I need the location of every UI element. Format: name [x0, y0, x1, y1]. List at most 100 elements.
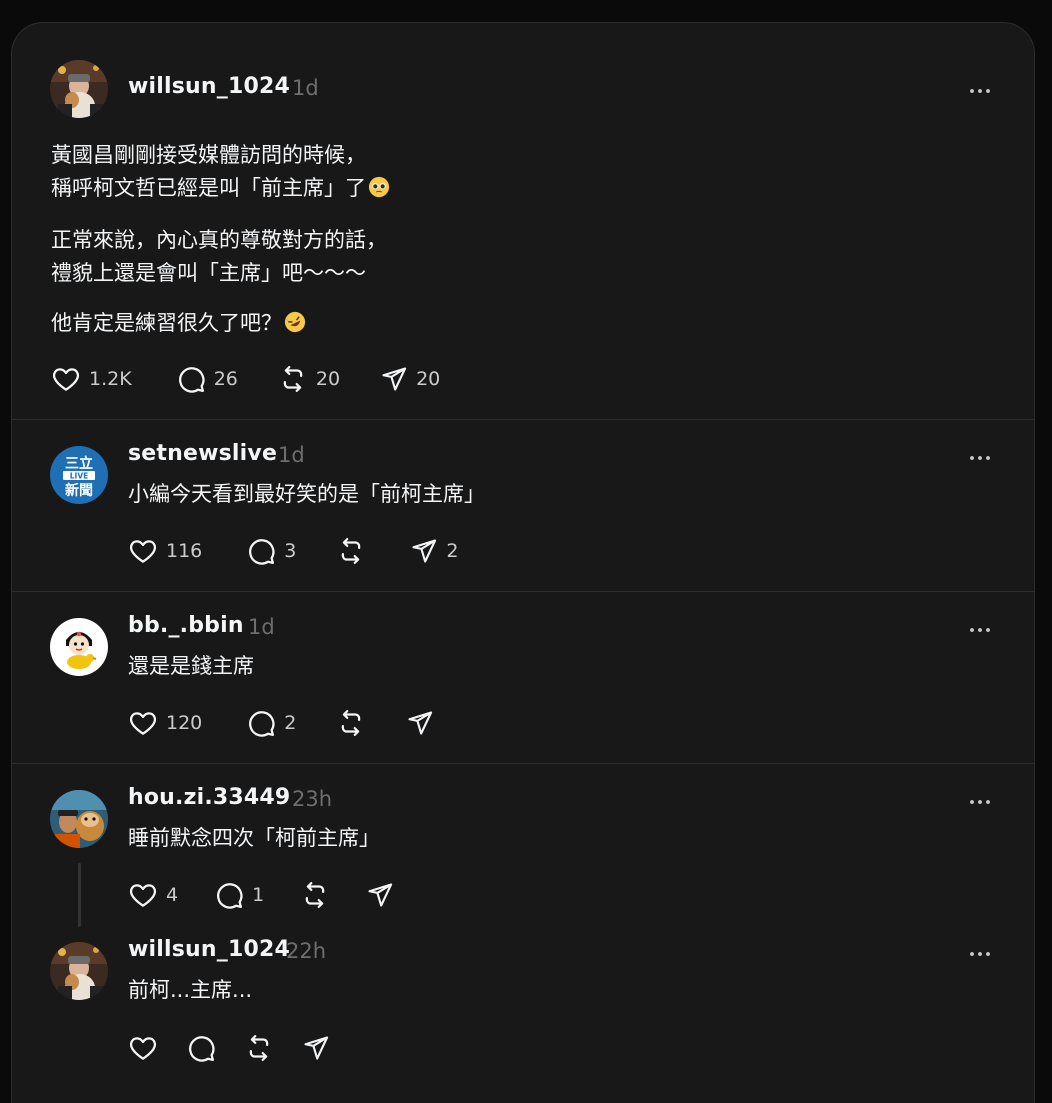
repost-button[interactable] [336, 536, 366, 566]
comment-icon [176, 364, 206, 394]
repost-icon [244, 1033, 274, 1063]
timestamp: 1d [292, 76, 319, 100]
heart-icon [128, 1033, 158, 1063]
like-button[interactable]: 1.2K [51, 364, 132, 394]
avatar[interactable] [50, 60, 108, 118]
post-text-line: 正常來說，內心真的尊敬對方的話， [51, 228, 387, 252]
post-text-span: 他肯定是練習很久了吧？ [51, 311, 282, 335]
repost-button[interactable] [336, 708, 366, 738]
avatar[interactable] [50, 618, 108, 676]
like-count: 120 [166, 712, 203, 734]
heart-icon [128, 536, 158, 566]
reply-button[interactable]: 26 [176, 364, 238, 394]
send-icon [302, 1034, 330, 1062]
timestamp: 1d [248, 615, 275, 639]
username[interactable]: willsun_1024 [128, 937, 290, 962]
post-text: 還是是錢主席 [128, 654, 254, 678]
heart-icon [128, 708, 158, 738]
heart-icon [128, 880, 158, 910]
pleading-face-emoji [368, 176, 390, 198]
username[interactable]: setnewslive [128, 441, 277, 466]
avatar[interactable] [50, 942, 108, 1000]
reply-count: 2 [284, 712, 297, 734]
username[interactable]: hou.zi.33449 [128, 785, 290, 810]
rolling-on-floor-laughing-emoji [284, 311, 306, 333]
reply-button[interactable]: 3 [246, 536, 296, 566]
timestamp: 22h [286, 939, 327, 963]
username[interactable]: willsun_1024 [128, 74, 290, 99]
divider [12, 419, 1034, 420]
share-button[interactable]: 2 [410, 537, 458, 565]
repost-icon [300, 880, 330, 910]
repost-button[interactable] [300, 880, 330, 910]
like-button[interactable]: 120 [128, 708, 202, 738]
reply-count: 3 [284, 540, 297, 562]
avatar[interactable]: 三立 LIVE 新聞 [50, 446, 108, 504]
username[interactable]: bb._.bbin [128, 613, 244, 638]
share-count: 20 [416, 368, 441, 390]
post-text: 小編今天看到最好笑的是「前柯主席」 [128, 482, 485, 506]
repost-count: 20 [315, 368, 341, 390]
more-dots-icon [968, 950, 992, 958]
divider [12, 763, 1034, 764]
post-text: 前柯...主席... [128, 978, 253, 1002]
like-count: 4 [166, 884, 179, 906]
share-button[interactable] [366, 881, 394, 909]
avatar-text: 三立 [65, 455, 93, 472]
like-button[interactable] [128, 1033, 158, 1063]
thread-card: willsun_1024 1d 黃國昌剛剛接受媒體訪問的時候， 稱呼柯文哲已經是… [11, 22, 1035, 1103]
heart-icon [51, 364, 81, 394]
post-text-line: 禮貌上還是會叫「主席」吧～～～ [51, 261, 366, 285]
avatar-text: 新聞 [65, 482, 93, 499]
like-count: 1.2K [89, 368, 132, 390]
share-button[interactable] [406, 709, 434, 737]
more-dots-icon [968, 454, 992, 462]
comment-icon [246, 536, 276, 566]
like-button[interactable]: 116 [128, 536, 202, 566]
thread-connector-line [78, 863, 81, 927]
share-button[interactable]: 20 [380, 365, 440, 393]
post-text-line: 黃國昌剛剛接受媒體訪問的時候， [51, 143, 366, 167]
share-button[interactable] [302, 1034, 330, 1062]
repost-icon [336, 708, 366, 738]
post-text: 睡前默念四次「柯前主席」 [128, 826, 380, 850]
reply-button[interactable]: 2 [246, 708, 296, 738]
reply-count: 1 [252, 884, 265, 906]
avatar[interactable] [50, 790, 108, 848]
post-actions: 116 3 2 [128, 534, 458, 568]
comment-icon [246, 708, 276, 738]
repost-icon [336, 536, 366, 566]
more-options-button[interactable] [965, 792, 995, 812]
like-count: 116 [166, 540, 203, 562]
timestamp: 1d [278, 443, 305, 467]
repost-icon [278, 364, 308, 394]
comment-icon [214, 880, 244, 910]
reply-button[interactable]: 1 [214, 880, 264, 910]
post-text-line: 他肯定是練習很久了吧？ [51, 307, 306, 340]
send-icon [366, 881, 394, 909]
like-button[interactable]: 4 [128, 880, 178, 910]
more-options-button[interactable] [965, 620, 995, 640]
post-text-line: 稱呼柯文哲已經是叫「前主席」了 [51, 172, 390, 205]
post-actions: 1.2K 26 20 20 [51, 362, 440, 396]
share-count: 2 [446, 540, 459, 562]
more-dots-icon [968, 798, 992, 806]
reply-count: 26 [213, 368, 238, 390]
more-options-button[interactable] [965, 448, 995, 468]
more-dots-icon [968, 87, 992, 95]
more-dots-icon [968, 626, 992, 634]
send-icon [410, 537, 438, 565]
repost-button[interactable]: 20 [278, 364, 340, 394]
timestamp: 23h [292, 787, 333, 811]
post-actions: 4 1 [128, 878, 394, 912]
more-options-button[interactable] [965, 944, 995, 964]
post-text-span: 稱呼柯文哲已經是叫「前主席」了 [51, 176, 366, 200]
send-icon [380, 365, 408, 393]
repost-button[interactable] [244, 1033, 274, 1063]
send-icon [406, 709, 434, 737]
comment-icon [186, 1033, 216, 1063]
reply-button[interactable] [186, 1033, 216, 1063]
post-actions [128, 1031, 330, 1065]
more-options-button[interactable] [965, 81, 995, 101]
avatar-text: LIVE [70, 472, 89, 481]
